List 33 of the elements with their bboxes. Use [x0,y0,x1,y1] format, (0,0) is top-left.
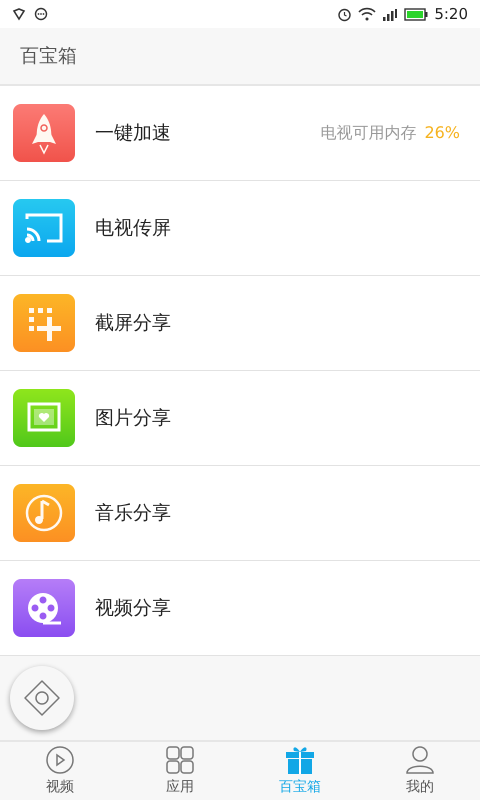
music-note-icon [13,484,75,542]
battery-icon [404,8,428,20]
tool-label: 一键加速 [95,120,172,146]
signal-icon [382,8,398,20]
nav-tab[interactable]: 视频 [0,742,120,800]
remote-control-button[interactable] [10,666,74,730]
tool-list-item[interactable]: 电视传屏 [0,181,480,276]
tool-list-item[interactable]: 视频分享 [0,561,480,656]
rocket-icon [13,104,75,162]
grid-plus-icon [13,294,75,352]
status-time: 5:20 [434,4,468,25]
tool-label: 电视传屏 [95,216,172,241]
tool-label: 视频分享 [95,596,172,621]
shield-icon [12,7,26,21]
nav-tab[interactable]: 我的 [360,742,480,800]
cast-icon [13,199,75,257]
wifi-icon [358,7,376,21]
tool-list-item[interactable]: 图片分享 [0,371,480,466]
tool-label: 图片分享 [95,406,172,431]
alarm-icon [337,6,352,22]
chat-icon [34,7,48,21]
nav-tab[interactable]: 应用 [120,742,240,800]
page-title: 百宝箱 [20,44,77,69]
gift-icon [283,744,317,774]
memory-label: 电视可用内存 [320,122,416,144]
tool-list-item[interactable]: 截屏分享 [0,276,480,371]
tool-label: 截屏分享 [95,310,172,336]
tool-list-item[interactable]: 一键加速 电视可用内存 26% [0,86,480,181]
memory-percent: 26% [424,122,460,144]
film-reel-icon [13,579,75,637]
dpad-icon [22,678,62,718]
tool-label: 音乐分享 [95,500,172,526]
tool-list-item[interactable]: 音乐分享 [0,466,480,561]
